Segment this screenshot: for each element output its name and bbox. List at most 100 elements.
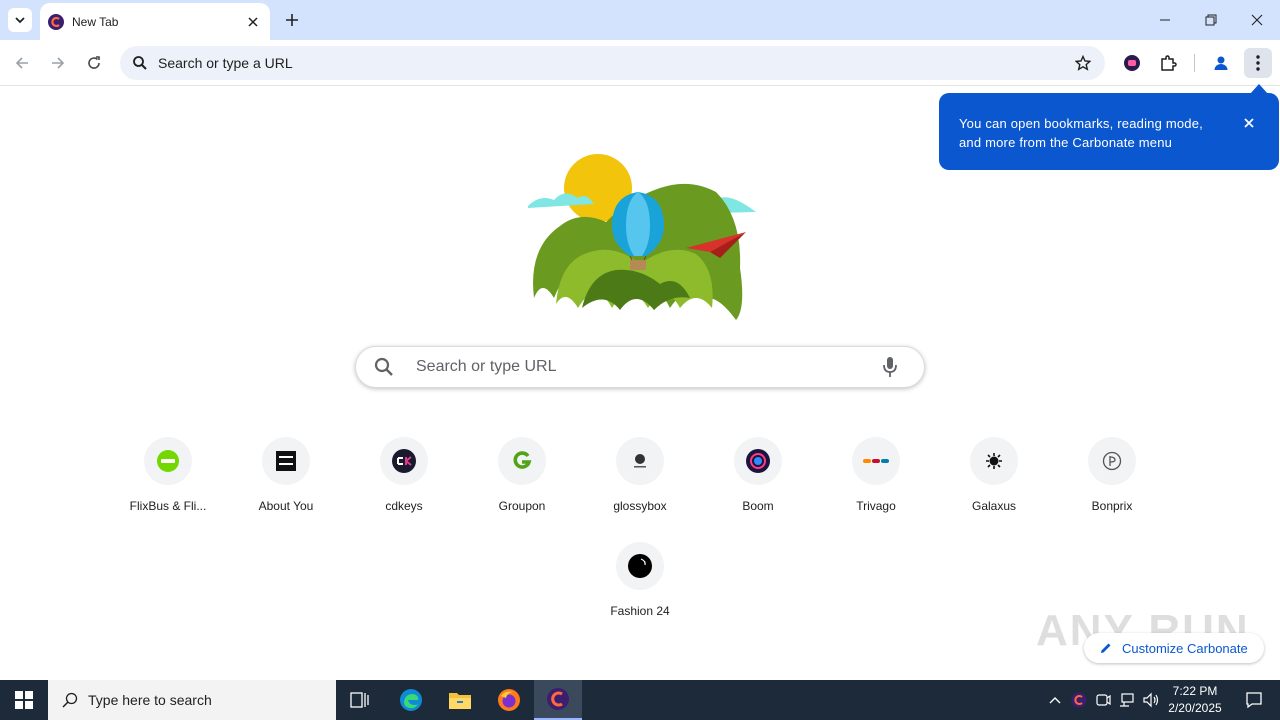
boom-logo-icon [746,449,770,473]
chevron-up-icon [1049,697,1061,704]
close-icon [248,16,258,27]
shortcut-label: About You [258,499,314,513]
shortcut-trivago[interactable]: Trivago [820,437,932,533]
forward-button[interactable] [44,49,72,77]
bookmark-star-button[interactable] [1069,49,1097,77]
taskbar-search-box[interactable]: Type here to search [48,680,336,720]
tab-search-button[interactable] [8,8,32,32]
shortcut-icon-wrap [852,437,900,485]
taskbar-clock[interactable]: 7:22 PM 2/20/2025 [1162,683,1228,717]
start-button[interactable] [0,680,48,720]
callout-text: You can open bookmarks, reading mode, an… [959,116,1203,150]
shortcut-bonprix[interactable]: Bonprix [1056,437,1168,533]
shortcut-cdkeys[interactable]: cdkeys [348,437,460,533]
shortcut-label: Bonprix [1091,499,1133,513]
extension-carbonate-button[interactable] [1118,49,1146,77]
flixbus-logo-icon [157,450,179,472]
shortcut-icon-wrap [498,437,546,485]
shortcut-icon-wrap [380,437,428,485]
network-icon [1120,693,1134,707]
shortcut-icon-wrap [616,542,664,590]
chevron-down-icon [15,17,25,24]
carbonate-extension-icon [1124,55,1140,71]
ntp-search-box[interactable]: Search or type URL [355,346,925,388]
bonprix-logo-icon [1102,451,1122,471]
tray-network[interactable] [1117,690,1137,710]
camera-icon [1096,694,1111,706]
shortcut-label: Boom [742,499,774,513]
clock-time: 7:22 PM [1172,684,1218,698]
arrow-left-icon [15,57,28,69]
carbonate-logo-icon [1071,692,1087,708]
landscape-balloon-doodle [528,154,756,320]
avatar-icon [1214,56,1228,70]
reload-button[interactable] [80,49,108,77]
carbonate-logo-icon [48,13,64,30]
restore-button[interactable] [1188,0,1234,40]
task-view-icon [350,692,369,708]
taskbar-carbonate[interactable] [534,680,582,720]
task-view-button[interactable] [336,680,384,720]
shortcut-label: cdkeys [385,499,423,513]
shortcut-label: Groupon [498,499,546,513]
kebab-menu-icon [1256,55,1260,71]
profile-button[interactable] [1207,49,1235,77]
close-icon [1244,118,1254,128]
notification-center-button[interactable] [1234,680,1274,720]
menu-callout: You can open bookmarks, reading mode, an… [939,93,1279,170]
shortcut-fashion-24[interactable]: Fashion 24 [584,542,696,638]
shortcut-glossybox[interactable]: glossybox [584,437,696,533]
toolbar-separator [1194,54,1195,72]
voice-search-button[interactable] [878,355,902,379]
shortcut-boom[interactable]: Boom [702,437,814,533]
close-window-button[interactable] [1234,0,1280,40]
shortcut-label: Trivago [856,499,896,513]
main-menu-button[interactable] [1244,48,1272,78]
tray-carbonate[interactable] [1069,690,1089,710]
shortcut-about-you[interactable]: About You [230,437,342,533]
new-tab-button[interactable] [280,8,304,32]
about-you-logo-icon [276,451,296,471]
callout-close-button[interactable] [1241,115,1257,131]
shortcut-icon-wrap [616,437,664,485]
notification-icon [1246,692,1262,709]
cdkeys-logo-icon [392,449,416,473]
star-icon [1075,55,1091,71]
galaxus-logo-icon [986,453,1002,469]
fashion-24-logo-icon [628,554,652,578]
folder-icon [449,693,471,709]
shortcut-icon-wrap [734,437,782,485]
shortcut-label: FlixBus & Fli... [129,499,207,513]
shortcut-flixbus[interactable]: FlixBus & Fli... [112,437,224,533]
extensions-button[interactable] [1154,49,1182,77]
clock-date: 2/20/2025 [1168,701,1222,715]
tab-close-button[interactable] [244,13,262,31]
groupon-logo-icon [513,451,532,469]
ntp-search-input: Search or type URL [416,358,557,375]
tray-volume[interactable] [1141,690,1161,710]
firefox-icon [498,689,520,711]
speaker-icon [1143,692,1159,708]
customize-label: Customize Carbonate [1122,640,1248,656]
taskbar-edge[interactable] [387,680,435,720]
puzzle-icon [1161,55,1177,71]
taskbar-search-placeholder: Type here to search [88,692,212,708]
taskbar-firefox[interactable] [485,680,533,720]
pencil-icon [1101,643,1111,653]
back-button[interactable] [8,49,36,77]
taskbar-file-explorer[interactable] [436,680,484,720]
shortcut-label: Galaxus [971,499,1017,513]
reload-icon [88,56,100,69]
minimize-button[interactable] [1142,0,1188,40]
tray-overflow-button[interactable] [1045,690,1065,710]
shortcut-groupon[interactable]: Groupon [466,437,578,533]
customize-button[interactable]: Customize Carbonate [1084,633,1264,663]
tray-meet-now[interactable] [1093,690,1113,710]
tab-new-tab[interactable]: New Tab [40,3,270,40]
toolbar: Search or type a URL [0,40,1280,86]
omnibox[interactable]: Search or type a URL [120,46,1105,80]
search-icon [62,692,78,708]
windows-taskbar: Type here to search 7:22 PM 2/20/2025 [0,680,1280,720]
tab-title: New Tab [72,14,119,29]
shortcut-galaxus[interactable]: Galaxus [938,437,1050,533]
